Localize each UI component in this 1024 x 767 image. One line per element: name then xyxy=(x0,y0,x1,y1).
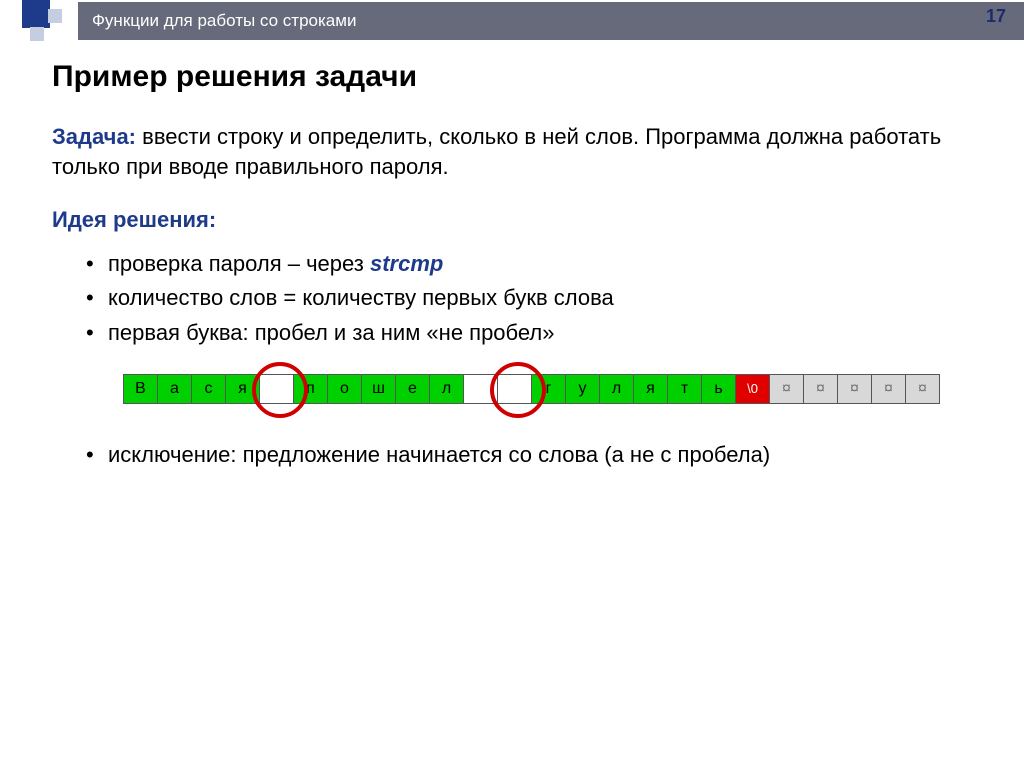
string-cell: а xyxy=(157,374,192,404)
string-cell: ¤ xyxy=(837,374,872,404)
idea-list: проверка пароля – через strcmp количеств… xyxy=(52,247,984,349)
string-cell: ¤ xyxy=(803,374,838,404)
string-cell: \0 xyxy=(735,374,770,404)
list-item: исключение: предложение начинается со сл… xyxy=(108,438,984,472)
list-item-text: проверка пароля – через xyxy=(108,251,370,276)
list-item-text: исключение: предложение начинается со сл… xyxy=(108,442,770,467)
page-number: 17 xyxy=(986,6,1006,27)
string-cell: ¤ xyxy=(871,374,906,404)
idea-list-continued: исключение: предложение начинается со сл… xyxy=(52,438,984,472)
string-cell: о xyxy=(327,374,362,404)
page-title: Пример решения задачи xyxy=(52,60,984,94)
string-cell: у xyxy=(565,374,600,404)
keyword-strcmp: strcmp xyxy=(370,251,443,276)
string-cell: ь xyxy=(701,374,736,404)
string-visualization: Вася пошел гулять\0¤¤¤¤¤ xyxy=(124,360,984,422)
list-item-text: первая буква: пробел и за ним «не пробел… xyxy=(108,320,554,345)
slide-content: Пример решения задачи Задача: ввести стр… xyxy=(0,42,1024,472)
highlight-circle xyxy=(252,362,308,418)
string-cell: с xyxy=(191,374,226,404)
string-cell: В xyxy=(123,374,158,404)
header-title: Функции для работы со строками xyxy=(78,2,1024,40)
task-label: Задача: xyxy=(52,124,136,149)
list-item: первая буква: пробел и за ним «не пробел… xyxy=(108,316,984,350)
slide-header: Функции для работы со строками xyxy=(0,0,1024,42)
highlight-circle xyxy=(490,362,546,418)
list-item-text: количество слов = количеству первых букв… xyxy=(108,285,614,310)
string-cell: т xyxy=(667,374,702,404)
string-cell: ¤ xyxy=(769,374,804,404)
string-cell: л xyxy=(599,374,634,404)
task-body: ввести строку и определить, сколько в не… xyxy=(52,124,941,179)
string-cell: л xyxy=(429,374,464,404)
logo xyxy=(0,0,78,42)
idea-label: Идея решения: xyxy=(52,207,984,233)
string-cell: ¤ xyxy=(905,374,940,404)
list-item: количество слов = количеству первых букв… xyxy=(108,281,984,315)
string-cell: е xyxy=(395,374,430,404)
string-cell: ш xyxy=(361,374,396,404)
task-text: Задача: ввести строку и определить, скол… xyxy=(52,122,984,181)
string-cell: я xyxy=(633,374,668,404)
list-item: проверка пароля – через strcmp xyxy=(108,247,984,281)
